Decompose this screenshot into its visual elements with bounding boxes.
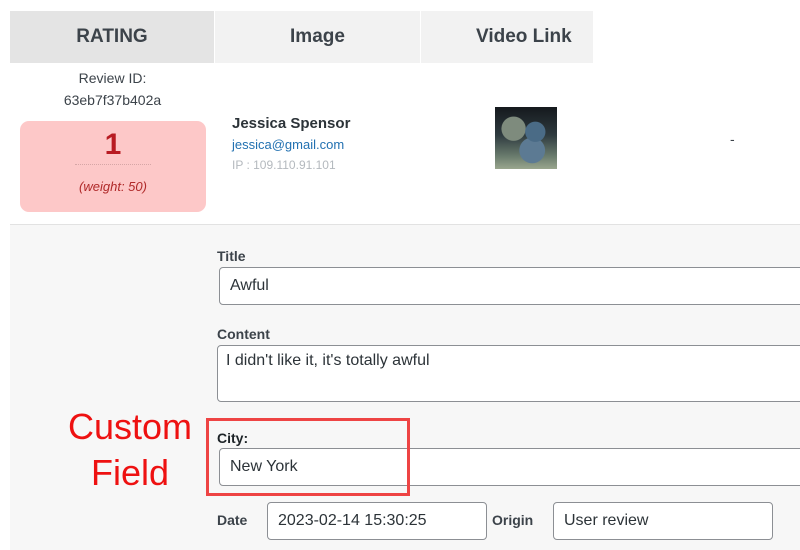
column-header-rating[interactable]: RATING <box>10 11 215 63</box>
annotation-line-1: Custom <box>67 406 193 447</box>
title-label: Title <box>217 248 246 264</box>
date-label: Date <box>217 512 248 528</box>
review-image-thumbnail[interactable] <box>495 107 557 169</box>
custom-field-annotation: Custom Field <box>60 404 200 496</box>
review-edit-panel: Title Awful Content I didn't like it, it… <box>10 225 800 550</box>
column-header-image[interactable]: Image <box>215 11 421 63</box>
content-label: Content <box>217 326 270 342</box>
author-name: Jessica Spensor <box>232 115 351 132</box>
review-id-label: Review ID: <box>78 70 147 86</box>
title-input[interactable]: Awful <box>219 267 800 305</box>
table-header: RATING Author Image Video Link <box>10 11 800 115</box>
rating-weight: (weight: 50) <box>79 179 147 194</box>
annotation-highlight-box <box>206 418 410 496</box>
date-input[interactable]: 2023-02-14 15:30:25 <box>267 502 487 540</box>
review-id-block: Review ID: 63eb7f37b402a <box>10 67 215 111</box>
annotation-line-2: Field <box>90 452 170 493</box>
author-ip: IP : 109.110.91.101 <box>232 158 336 172</box>
author-email-link[interactable]: jessica@gmail.com <box>232 137 350 152</box>
table-row: Review ID: 63eb7f37b402a 1 (weight: 50) … <box>10 63 800 225</box>
origin-label: Origin <box>492 512 534 528</box>
rating-divider <box>75 164 151 165</box>
rating-badge: 1 (weight: 50) <box>20 121 206 212</box>
rating-value: 1 <box>104 128 122 161</box>
column-header-video-link[interactable]: Video Link <box>421 11 593 63</box>
author-info: Jessica Spensor jessica@gmail.com IP : 1… <box>232 115 350 172</box>
review-id-value: 63eb7f37b402a <box>63 92 162 108</box>
origin-input[interactable]: User review <box>553 502 773 540</box>
content-textarea[interactable]: I didn't like it, it's totally awful <box>217 345 800 402</box>
video-link-value: - <box>730 131 735 147</box>
